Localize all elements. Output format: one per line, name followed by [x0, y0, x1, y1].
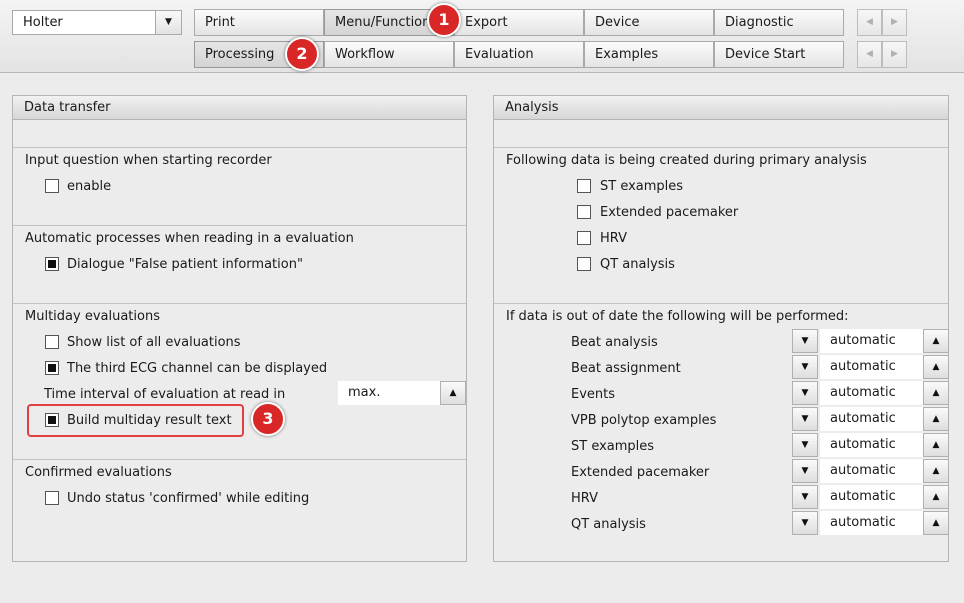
dialogue-checkbox[interactable]: [45, 257, 59, 271]
outdated-item-select[interactable]: automatic: [820, 407, 924, 431]
outdated-item-label: QT analysis: [571, 517, 646, 532]
show-list-checkbox[interactable]: [45, 335, 59, 349]
dropdown-icon[interactable]: ▼: [792, 329, 818, 353]
mode-select-value: Holter: [23, 15, 63, 30]
outdated-item-select[interactable]: automatic: [820, 381, 924, 405]
input-question-heading: Input question when starting recorder: [25, 153, 272, 168]
up-icon[interactable]: ▲: [923, 459, 949, 483]
dropdown-icon[interactable]: ▼: [792, 407, 818, 431]
up-icon[interactable]: ▲: [923, 329, 949, 353]
dropdown-icon[interactable]: ▼: [792, 485, 818, 509]
third-channel-label: The third ECG channel can be displayed: [67, 361, 328, 376]
up-icon[interactable]: ▲: [923, 355, 949, 379]
up-icon[interactable]: ▲: [923, 485, 949, 509]
interval-select[interactable]: max.: [338, 381, 441, 405]
confirmed-heading: Confirmed evaluations: [25, 465, 172, 480]
up-icon[interactable]: ▲: [440, 381, 466, 405]
st-examples-checkbox[interactable]: [577, 179, 591, 193]
third-channel-checkbox[interactable]: [45, 361, 59, 375]
dropdown-icon[interactable]: ▼: [792, 433, 818, 457]
outdated-item-label: Beat analysis: [571, 335, 658, 350]
outdated-item-select[interactable]: automatic: [820, 355, 924, 379]
tab-device[interactable]: Device: [584, 9, 714, 36]
multiday-heading: Multiday evaluations: [25, 309, 160, 324]
prev-icon[interactable]: ◀: [857, 9, 882, 36]
tab-diagnostic[interactable]: Diagnostic: [714, 9, 844, 36]
automatic-heading: Automatic processes when reading in a ev…: [25, 231, 354, 246]
primary-item-label: ST examples: [600, 179, 684, 194]
up-icon[interactable]: ▲: [923, 381, 949, 405]
show-list-label: Show list of all evaluations: [67, 335, 241, 350]
enable-checkbox[interactable]: [45, 179, 59, 193]
up-icon[interactable]: ▲: [923, 407, 949, 431]
outdated-item-select[interactable]: automatic: [820, 485, 924, 509]
tab-workflow[interactable]: Workflow: [324, 41, 454, 68]
tab-examples[interactable]: Examples: [584, 41, 714, 68]
primary-item-label: Extended pacemaker: [600, 205, 739, 220]
outdated-item-label: HRV: [571, 491, 598, 506]
tab-print[interactable]: Print: [194, 9, 324, 36]
primary-item-label: QT analysis: [600, 257, 675, 272]
outdated-item-label: Extended pacemaker: [571, 465, 710, 480]
callout-badge-2: 2: [285, 37, 319, 71]
enable-label: enable: [67, 179, 112, 194]
outdated-item-select[interactable]: automatic: [820, 433, 924, 457]
divider: [13, 303, 466, 304]
dropdown-icon[interactable]: ▼: [792, 355, 818, 379]
build-text-label: Build multiday result text: [67, 413, 232, 428]
callout-badge-3: 3: [251, 402, 285, 436]
tab-device-start[interactable]: Device Start: [714, 41, 844, 68]
undo-confirmed-checkbox[interactable]: [45, 491, 59, 505]
primary-item-label: HRV: [600, 231, 627, 246]
primary-heading: Following data is being created during p…: [506, 153, 867, 168]
divider: [13, 147, 466, 148]
dropdown-icon[interactable]: ▼: [155, 11, 181, 34]
analysis-panel: Analysis Following data is being created…: [493, 95, 949, 562]
tab-export[interactable]: Export: [454, 9, 584, 36]
up-icon[interactable]: ▲: [923, 511, 949, 535]
next-icon[interactable]: ▶: [882, 41, 907, 68]
qt-analysis-checkbox[interactable]: [577, 257, 591, 271]
dialogue-label: Dialogue "False patient information": [67, 257, 303, 272]
panel-title: Data transfer: [13, 96, 466, 120]
outdated-item-label: ST examples: [571, 439, 655, 454]
panel-title: Analysis: [494, 96, 948, 120]
divider: [494, 147, 948, 148]
outdated-item-label: Beat assignment: [571, 361, 681, 376]
prev-icon[interactable]: ◀: [857, 41, 882, 68]
outdated-item-label: VPB polytop examples: [571, 413, 717, 428]
divider: [13, 225, 466, 226]
undo-confirmed-label: Undo status 'confirmed' while editing: [67, 491, 310, 506]
tab-evaluation[interactable]: Evaluation: [454, 41, 584, 68]
extended-pacemaker-checkbox[interactable]: [577, 205, 591, 219]
divider: [494, 303, 948, 304]
hrv-checkbox[interactable]: [577, 231, 591, 245]
outdated-heading: If data is out of date the following wil…: [506, 309, 849, 324]
callout-badge-1: 1: [427, 3, 461, 37]
next-icon[interactable]: ▶: [882, 9, 907, 36]
outdated-item-select[interactable]: automatic: [820, 459, 924, 483]
outdated-item-select[interactable]: automatic: [820, 329, 924, 353]
outdated-item-label: Events: [571, 387, 616, 402]
build-text-checkbox[interactable]: [45, 413, 59, 427]
data-transfer-panel: Data transfer Input question when starti…: [12, 95, 467, 562]
mode-select[interactable]: Holter ▼: [12, 10, 182, 35]
up-icon[interactable]: ▲: [923, 433, 949, 457]
interval-label: Time interval of evaluation at read in: [44, 387, 286, 402]
toolbar: Holter ▼ Print Menu/Functions Export Dev…: [0, 0, 964, 73]
dropdown-icon[interactable]: ▼: [792, 381, 818, 405]
dropdown-icon[interactable]: ▼: [792, 459, 818, 483]
dropdown-icon[interactable]: ▼: [792, 511, 818, 535]
outdated-item-select[interactable]: automatic: [820, 511, 924, 535]
divider: [13, 459, 466, 460]
